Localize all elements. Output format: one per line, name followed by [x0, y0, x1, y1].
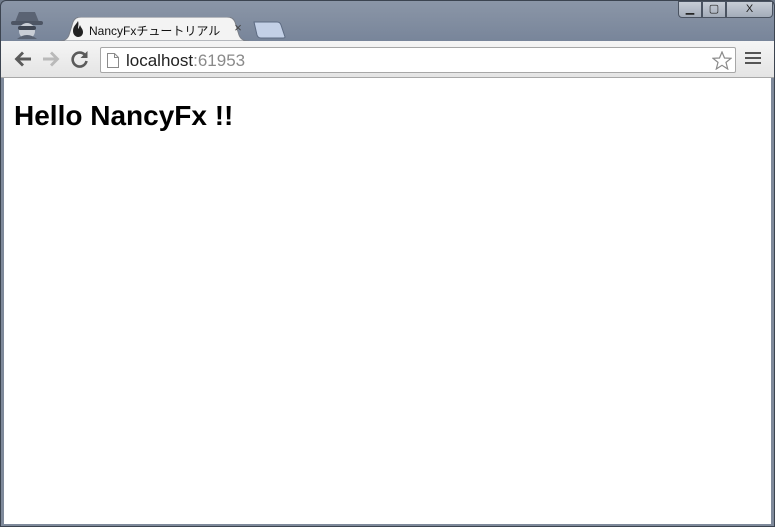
url-host: localhost — [126, 51, 194, 70]
incognito-icon — [9, 9, 45, 39]
new-tab-button[interactable] — [253, 21, 287, 39]
window-controls: ▁ ▢ X — [678, 1, 774, 19]
browser-toolbar: localhost:61953 — [1, 41, 774, 78]
reload-icon — [71, 51, 88, 68]
page-heading: Hello NancyFx !! — [14, 100, 234, 131]
url-text: localhost:61953 — [126, 51, 245, 71]
minimize-icon: ▁ — [685, 3, 695, 15]
maximize-button[interactable]: ▢ — [702, 1, 726, 18]
back-button[interactable] — [13, 50, 33, 68]
address-bar[interactable]: localhost:61953 — [100, 47, 736, 73]
tab-strip: NancyFxチュートリアル × ▁ ▢ X — [1, 1, 774, 41]
close-icon: X — [745, 3, 754, 15]
tab-close-icon[interactable]: × — [231, 20, 245, 36]
forward-button[interactable] — [41, 50, 61, 68]
minimize-button[interactable]: ▁ — [678, 1, 702, 18]
close-window-button[interactable]: X — [726, 1, 773, 18]
browser-window: NancyFxチュートリアル × ▁ ▢ X localhost:61953 H… — [0, 0, 775, 527]
menu-icon[interactable] — [745, 52, 761, 66]
tab-title: NancyFxチュートリアル — [89, 24, 221, 38]
maximize-icon: ▢ — [708, 3, 720, 15]
nancy-favicon-icon — [71, 21, 85, 37]
page-icon — [107, 53, 119, 68]
back-arrow-icon — [14, 51, 31, 67]
active-tab[interactable]: NancyFxチュートリアル × — [59, 17, 249, 41]
page-content: Hello NancyFx !! — [4, 78, 771, 524]
star-icon[interactable] — [711, 50, 733, 71]
forward-arrow-icon — [43, 51, 60, 67]
url-port: :61953 — [193, 51, 246, 70]
reload-button[interactable] — [70, 50, 90, 68]
